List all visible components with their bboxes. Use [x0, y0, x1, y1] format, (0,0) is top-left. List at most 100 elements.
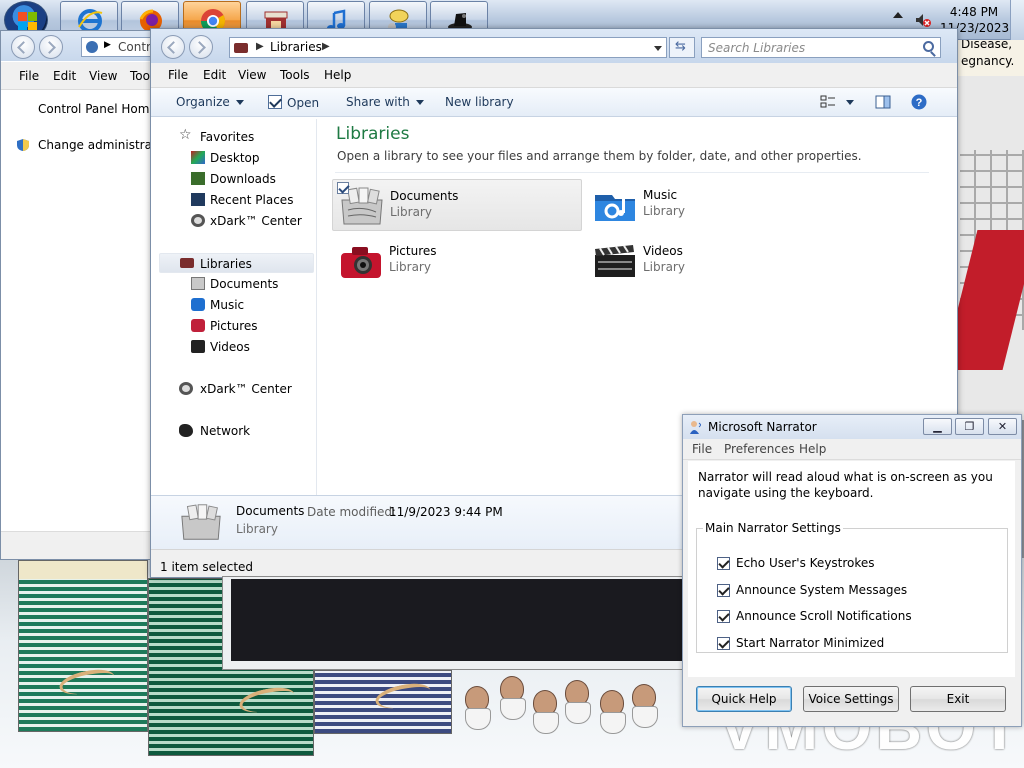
documents-icon [191, 277, 205, 290]
refresh-button[interactable]: ⇆ [669, 37, 695, 58]
breadcrumb-libraries[interactable]: Libraries [270, 40, 322, 54]
nav-libraries-label: Libraries [200, 257, 252, 271]
toilet-figure [600, 690, 626, 736]
clock-time: 4:48 PM [949, 5, 999, 19]
change-view-icon[interactable] [820, 94, 836, 110]
control-panel-statusbar [1, 531, 161, 559]
new-library-button[interactable]: New library [445, 95, 514, 109]
organize-label: Organize [176, 95, 230, 109]
desktop-icon [191, 151, 205, 164]
svg-text:?: ? [916, 97, 923, 109]
show-hidden-icons-icon[interactable] [893, 12, 903, 18]
narrator-panel: Narrator will read aloud what is on-scre… [688, 461, 1015, 677]
menu-help[interactable]: Help [799, 442, 826, 456]
exit-button[interactable]: Exit [910, 686, 1006, 712]
blue-box [314, 670, 452, 734]
library-tile-music[interactable]: Music Library [586, 179, 836, 231]
back-button[interactable] [11, 35, 35, 59]
nav-documents-label: Documents [210, 277, 279, 291]
menu-edit[interactable]: Edit [53, 69, 76, 83]
control-panel-crumb[interactable]: Contr [118, 40, 151, 54]
toilet-figure [500, 676, 526, 722]
menu-preferences[interactable]: Preferences [724, 442, 795, 456]
restore-icon: ❐ [964, 420, 975, 433]
open-check-icon [268, 95, 282, 109]
option-label: Announce Scroll Notifications [736, 609, 912, 623]
control-panel-address-bar[interactable]: ▶ Contr [81, 37, 161, 57]
breadcrumb-arrow-icon: ▶ [322, 41, 330, 52]
close-button[interactable]: ✕ [988, 418, 1017, 435]
nav-libraries[interactable]: Libraries [159, 253, 314, 273]
library-type: Library [643, 260, 685, 274]
library-tile-pictures[interactable]: Pictures Library [332, 235, 582, 287]
menu-edit[interactable]: Edit [203, 68, 226, 82]
menu-file[interactable]: File [692, 442, 712, 456]
checkbox[interactable] [717, 637, 730, 650]
address-bar[interactable]: ▶ Libraries ▶ [229, 37, 667, 58]
maximize-button[interactable]: ❐ [955, 418, 984, 435]
nav-videos-label: Videos [210, 340, 250, 354]
quick-help-button[interactable]: Quick Help [696, 686, 792, 712]
page-title: Libraries [336, 124, 410, 144]
minimize-button[interactable]: ▁ [923, 418, 952, 435]
pictures-icon [191, 319, 205, 332]
search-icon[interactable] [923, 41, 934, 52]
control-panel-menubar: File Edit View Too [1, 62, 161, 90]
black-window-content [231, 579, 683, 661]
narrator-intro: Narrator will read aloud what is on-scre… [698, 470, 993, 500]
checkbox[interactable] [717, 557, 730, 570]
narrator-title: Microsoft Narrator [708, 420, 817, 434]
menu-tools[interactable]: Too [130, 69, 150, 83]
preview-pane-icon[interactable] [875, 94, 891, 110]
open-button[interactable]: Open [268, 95, 319, 110]
view-dropdown-icon[interactable] [846, 100, 854, 105]
close-icon: ✕ [997, 420, 1008, 433]
star-icon: ☆ [179, 127, 192, 143]
voice-settings-button[interactable]: Voice Settings [803, 686, 899, 712]
menu-file[interactable]: File [168, 68, 188, 82]
show-desktop-button[interactable] [1010, 0, 1024, 40]
shield-icon [17, 139, 29, 151]
details-modified-label: Date modified: [307, 505, 397, 519]
menu-file[interactable]: File [19, 69, 39, 83]
speaker-muted-icon[interactable] [915, 12, 931, 28]
back-button[interactable] [161, 35, 185, 59]
navigation-pane: ☆ Favorites Desktop Downloads Recent Pla… [159, 119, 317, 495]
nav-music-label: Music [210, 298, 245, 312]
toilet-figure [565, 680, 591, 726]
settings-group: Main Narrator Settings Echo User's Keyst… [696, 521, 1008, 653]
search-input[interactable]: Search Libraries [701, 37, 941, 58]
settings-group-title: Main Narrator Settings [705, 521, 841, 535]
toilet-figure [533, 690, 559, 736]
share-with-label: Share with [346, 95, 410, 109]
green-box-left [18, 560, 148, 732]
checkbox[interactable] [717, 610, 730, 623]
library-type: Library [390, 205, 432, 219]
organize-button[interactable]: Organize [176, 95, 244, 109]
help-icon[interactable]: ? [911, 94, 927, 110]
checkbox[interactable] [717, 584, 730, 597]
control-panel-home-link[interactable]: Control Panel Home [38, 102, 157, 116]
forward-button[interactable] [39, 35, 63, 59]
library-tile-documents[interactable]: Documents Library [332, 179, 582, 231]
toilet-figure [632, 684, 658, 730]
selection-checkbox[interactable] [337, 182, 349, 194]
control-panel-icon [86, 41, 98, 53]
open-label: Open [287, 96, 320, 110]
nav-recent-places-label: Recent Places [210, 193, 294, 207]
breadcrumb-arrow-icon: ▶ [256, 41, 264, 52]
address-dropdown-icon[interactable] [654, 46, 662, 51]
forward-button[interactable] [189, 35, 213, 59]
library-tile-videos[interactable]: Videos Library [586, 235, 836, 287]
menu-tools[interactable]: Tools [280, 68, 310, 82]
change-admin-link[interactable]: Change administrativ [38, 138, 167, 152]
status-text: 1 item selected [160, 560, 254, 574]
share-with-button[interactable]: Share with [346, 95, 424, 109]
music-library-icon [595, 195, 635, 221]
divider [335, 172, 929, 173]
recent-places-icon [191, 193, 205, 206]
nav-favorites-label: Favorites [200, 130, 255, 144]
menu-view[interactable]: View [89, 69, 117, 83]
menu-help[interactable]: Help [324, 68, 351, 82]
menu-view[interactable]: View [238, 68, 266, 82]
